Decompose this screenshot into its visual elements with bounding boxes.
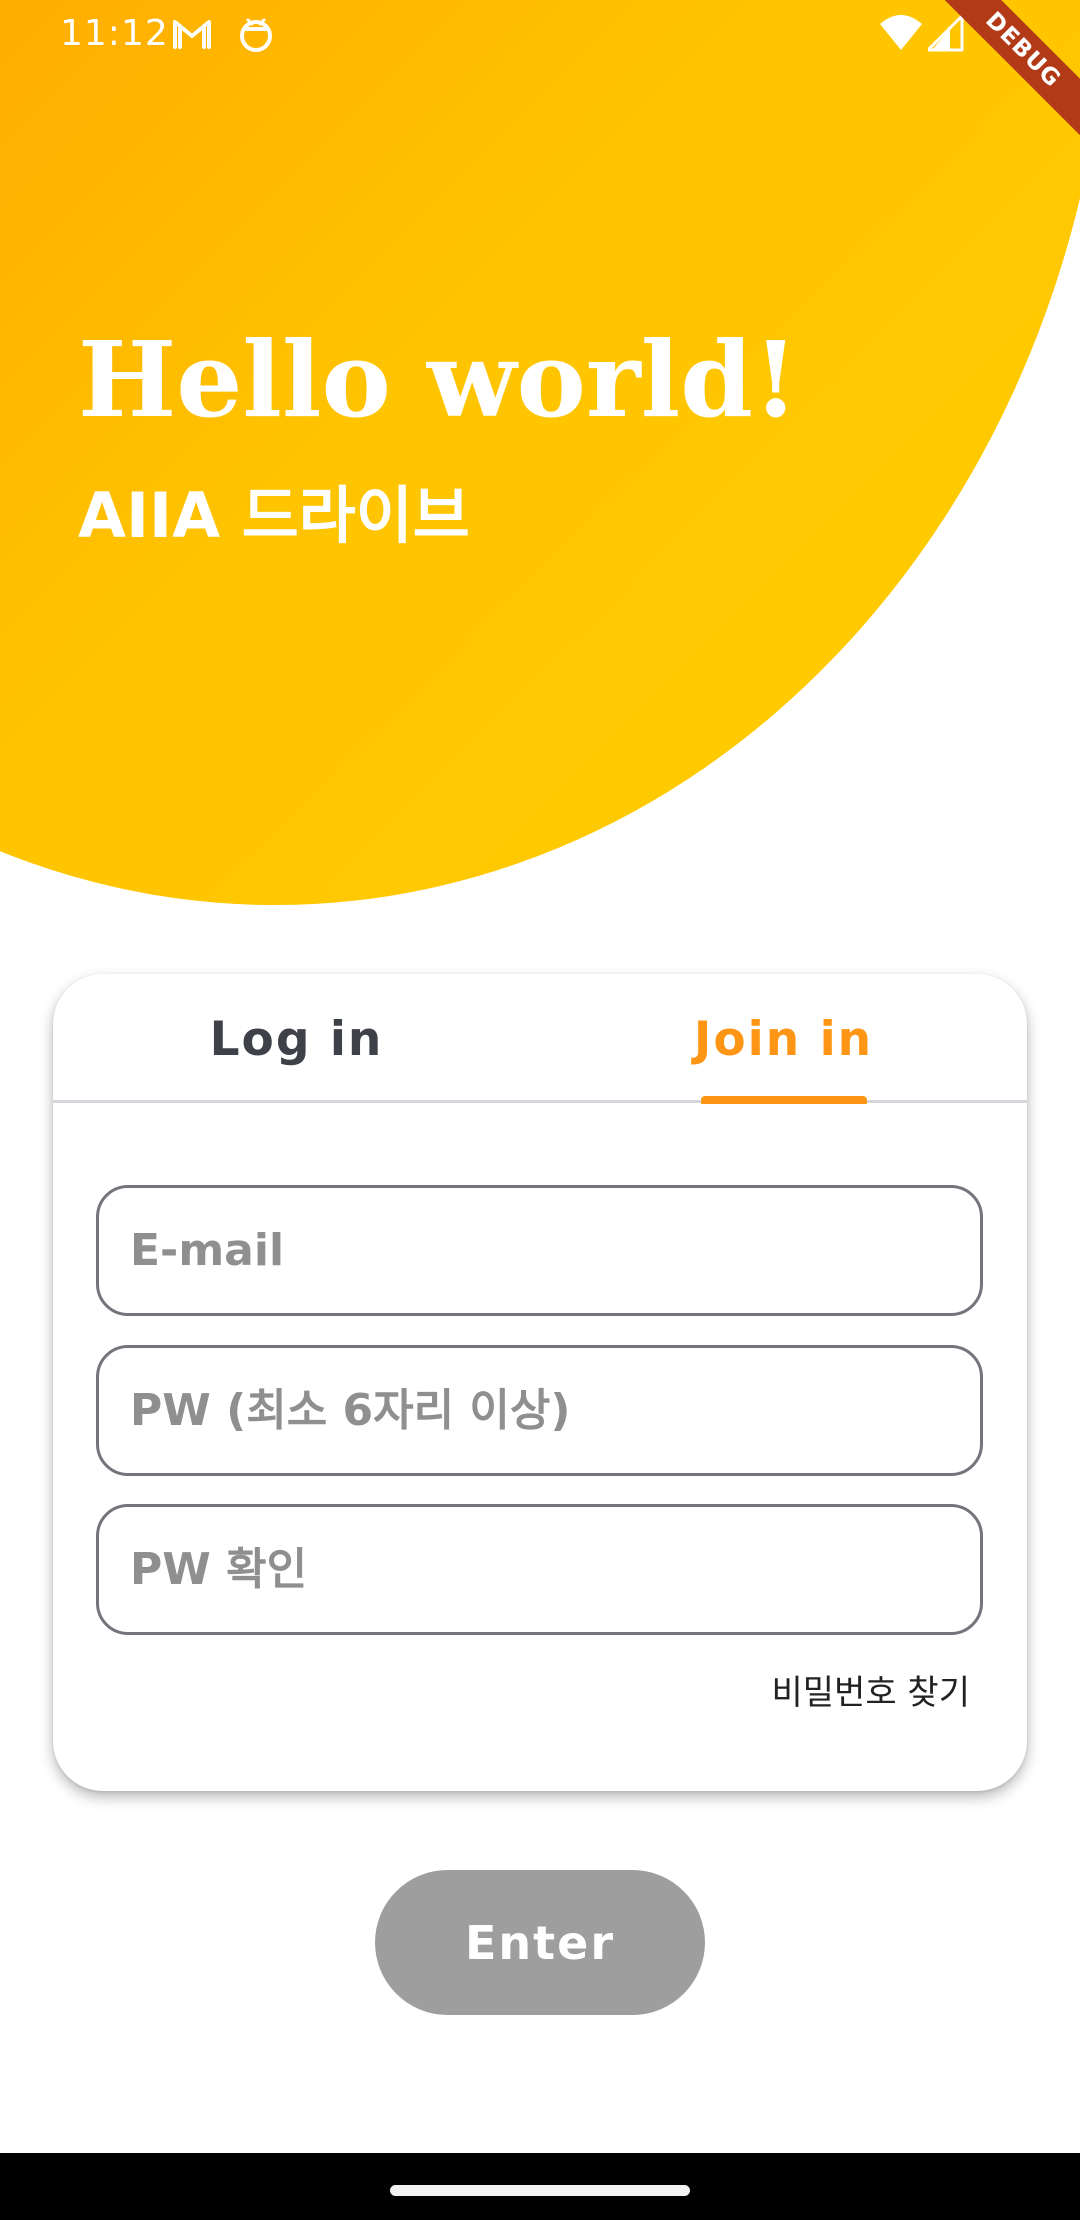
password-confirm-field[interactable] <box>96 1504 983 1635</box>
enter-button[interactable]: Enter <box>375 1870 705 2015</box>
auth-card: Log in Join in 비밀번호 찾기 <box>53 974 1027 1791</box>
debug-label: DEBUG <box>930 0 1080 145</box>
tab-join-in[interactable]: Join in <box>540 974 1027 1103</box>
email-field[interactable] <box>96 1185 983 1316</box>
tab-log-in[interactable]: Log in <box>53 974 540 1103</box>
gmail-icon <box>173 20 211 49</box>
hero-subtitle: AIIA 드라이브 <box>78 479 470 552</box>
password-field[interactable] <box>96 1345 983 1476</box>
find-password-link[interactable]: 비밀번호 찾기 <box>772 1668 971 1718</box>
join-screen: 11:12 DEBUG Hello world! AIIA 드라이브 Log i… <box>0 0 1080 2220</box>
selected-tab-indicator <box>701 1096 867 1104</box>
debug-banner: DEBUG <box>930 0 1080 150</box>
wifi-icon <box>880 15 922 50</box>
home-gesture-handle[interactable] <box>390 2185 690 2196</box>
android-debug-icon <box>240 18 272 52</box>
hero-gradient-background <box>0 0 1080 905</box>
auth-tab-bar: Log in Join in <box>53 974 1027 1104</box>
status-time: 11:12 <box>60 13 169 54</box>
hero-title: Hello world! <box>78 318 799 441</box>
system-navigation-bar <box>0 2153 1080 2220</box>
status-bar: 11:12 <box>0 0 1080 68</box>
